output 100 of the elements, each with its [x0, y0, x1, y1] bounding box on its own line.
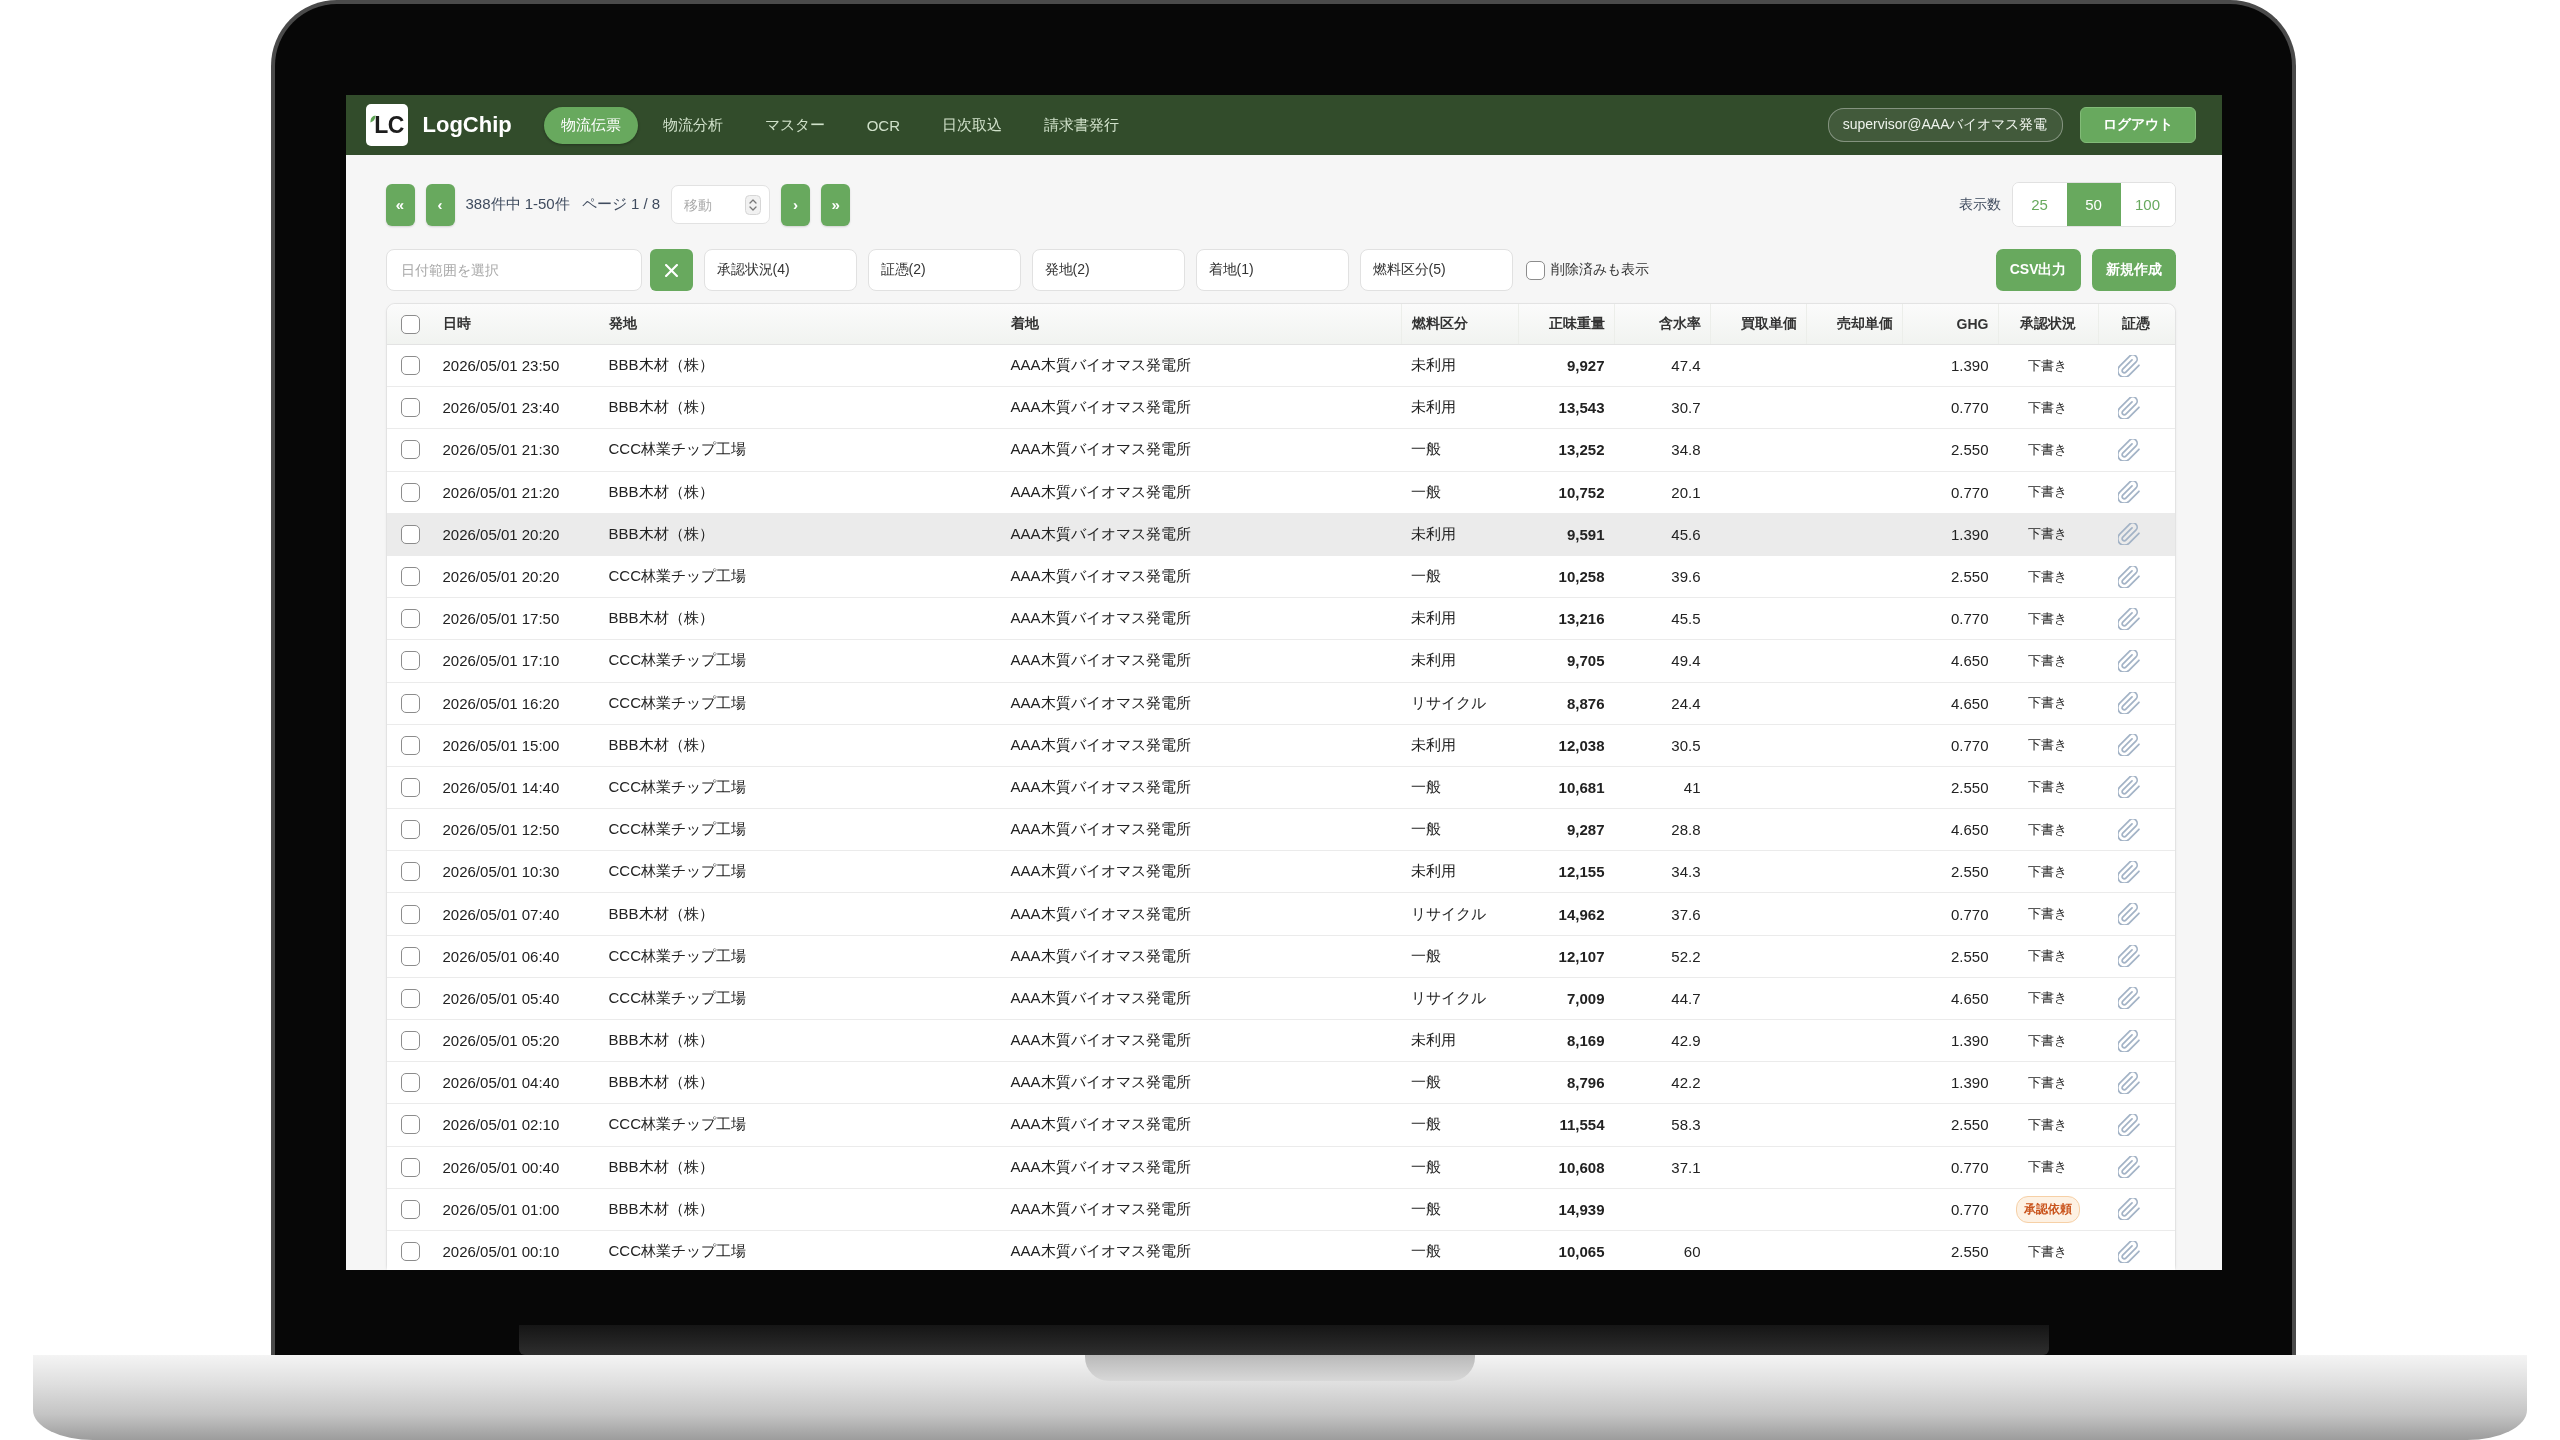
row-checkbox[interactable]: [400, 398, 420, 418]
nav-tab[interactable]: OCR: [849, 106, 918, 144]
table-row[interactable]: 2026/05/01 12:50 CCC林業チップ工場 AAA木質バイオマス発電所 一般 9,287 28.8 4.650 下書き: [386, 809, 2175, 852]
user-account-pill[interactable]: supervisor@AAAバイオマス発電: [1827, 108, 2063, 142]
table-cell-text: 2026/05/01 17:10: [441, 651, 561, 672]
spinner-icon[interactable]: [745, 195, 762, 215]
filter-dropdown[interactable]: 燃料区分(5): [1359, 249, 1513, 291]
row-checkbox[interactable]: [400, 440, 420, 460]
filter-dropdown[interactable]: 発地(2): [1031, 249, 1185, 291]
filter-dropdown[interactable]: 証憑(2): [867, 249, 1021, 291]
paperclip-icon[interactable]: [2117, 945, 2140, 968]
table-cell-text: CCC林業チップ工場: [607, 819, 747, 840]
paperclip-icon[interactable]: [2117, 607, 2140, 630]
paperclip-icon[interactable]: [2117, 396, 2140, 419]
table-row[interactable]: 2026/05/01 01:00 BBB木材（株） AAA木質バイオマス発電所 一般 14,939 0.770 承認依頼: [386, 1188, 2175, 1231]
table-cell-text: 0.770: [1949, 609, 1990, 630]
table-cell-text: BBB木材（株）: [607, 1156, 715, 1177]
table-row[interactable]: 2026/05/01 16:20 CCC林業チップ工場 AAA木質バイオマス発電所 リサイクル 8,876 24.4 4.650 下書き: [386, 682, 2175, 725]
nav-tab[interactable]: 日次取込: [925, 106, 1020, 144]
table-row[interactable]: 2026/05/01 10:30 CCC林業チップ工場 AAA木質バイオマス発電所 未利用 12,155 34.3 2.550 下書き: [386, 851, 2175, 894]
table-row[interactable]: 2026/05/01 07:40 BBB木材（株） AAA木質バイオマス発電所 リサイクル 14,962 37.6 0.770 下書き: [386, 893, 2175, 936]
row-checkbox[interactable]: [400, 862, 420, 882]
paperclip-icon[interactable]: [2117, 734, 2140, 757]
row-checkbox[interactable]: [400, 1199, 420, 1219]
row-checkbox[interactable]: [400, 651, 420, 671]
table-cell-text: 2026/05/01 12:50: [441, 820, 561, 841]
paperclip-icon[interactable]: [2117, 987, 2140, 1010]
table-row[interactable]: 2026/05/01 21:30 CCC林業チップ工場 AAA木質バイオマス発電所 一般 13,252 34.8 2.550 下書き: [386, 429, 2175, 472]
nav-tab[interactable]: 請求書発行: [1027, 106, 1137, 144]
nav-tab[interactable]: マスター: [747, 106, 842, 144]
table-cell-text: 4.650: [1949, 693, 1990, 714]
date-range-field[interactable]: 日付範囲を選択: [385, 249, 642, 291]
table-row[interactable]: 2026/05/01 21:20 BBB木材（株） AAA木質バイオマス発電所 一般 10,752 20.1 0.770 下書き: [386, 471, 2175, 514]
table-row[interactable]: 2026/05/01 14:40 CCC林業チップ工場 AAA木質バイオマス発電所 一般 10,681 41 2.550 下書き: [386, 766, 2175, 810]
paperclip-icon[interactable]: [2117, 818, 2140, 841]
paperclip-icon[interactable]: [2117, 1240, 2140, 1263]
table-row[interactable]: 2026/05/01 06:40 CCC林業チップ工場 AAA木質バイオマス発電所 一般 12,107 52.2 2.550 下書き: [386, 935, 2175, 978]
table-row[interactable]: 2026/05/01 20:20 BBB木材（株） AAA木質バイオマス発電所 未利用 9,591 45.6 1.390 下書き: [386, 513, 2175, 556]
paperclip-icon[interactable]: [2117, 565, 2140, 588]
row-checkbox[interactable]: [400, 609, 420, 629]
paperclip-icon[interactable]: [2117, 1198, 2140, 1221]
row-checkbox[interactable]: [400, 946, 420, 966]
paperclip-icon[interactable]: [2117, 776, 2140, 799]
table-cell-text: 0.770: [1949, 904, 1990, 925]
paperclip-icon[interactable]: [2117, 649, 2140, 672]
paperclip-icon[interactable]: [2117, 692, 2140, 715]
paperclip-icon[interactable]: [2117, 438, 2140, 461]
row-checkbox[interactable]: [400, 524, 420, 544]
filter-dropdown[interactable]: 着地(1): [1195, 249, 1349, 291]
table-cell-text: 34.8: [1670, 440, 1702, 461]
table-row[interactable]: 2026/05/01 17:50 BBB木材（株） AAA木質バイオマス発電所 未利用 13,216 45.5 0.770 下書き: [386, 598, 2175, 641]
table-cell-text: 9,591: [1565, 524, 1606, 545]
row-checkbox[interactable]: [400, 1031, 420, 1051]
table-cell-text: 未利用: [1409, 861, 1457, 882]
table-cell-text: BBB木材（株）: [607, 481, 715, 502]
paperclip-icon[interactable]: [2117, 354, 2140, 377]
row-checkbox[interactable]: [400, 820, 420, 840]
status-text: 下書き: [2028, 567, 2067, 586]
table-cell-text: 未利用: [1409, 355, 1457, 376]
paperclip-icon[interactable]: [2117, 1113, 2140, 1136]
row-checkbox[interactable]: [400, 356, 420, 376]
table-row[interactable]: 2026/05/01 20:20 CCC林業チップ工場 AAA木質バイオマス発電所 一般 10,258 39.6 2.550 下書き: [386, 555, 2175, 599]
page-jump-field[interactable]: 移動: [671, 185, 771, 224]
table-row[interactable]: 2026/05/01 15:00 BBB木材（株） AAA木質バイオマス発電所 未利用 12,038 30.5 0.770 下書き: [386, 724, 2175, 767]
row-checkbox[interactable]: [400, 1115, 420, 1135]
row-checkbox[interactable]: [400, 777, 420, 797]
clear-button[interactable]: [649, 249, 693, 291]
close-icon[interactable]: [664, 263, 678, 277]
table-row[interactable]: 2026/05/01 05:20 BBB木材（株） AAA木質バイオマス発電所 未利用 8,169 42.9 1.390 下書き: [386, 1020, 2175, 1063]
row-checkbox[interactable]: [400, 1242, 420, 1262]
table-row[interactable]: 2026/05/01 00:40 BBB木材（株） AAA木質バイオマス発電所 一般 10,608 37.1 0.770 下書き: [386, 1146, 2175, 1189]
table-row[interactable]: 2026/05/01 02:10 CCC林業チップ工場 AAA木質バイオマス発電所 一般 11,554 58.3 2.550 下書き: [386, 1104, 2175, 1147]
paperclip-icon[interactable]: [2117, 1071, 2140, 1094]
table-row[interactable]: 2026/05/01 17:10 CCC林業チップ工場 AAA木質バイオマス発電所 未利用 9,705 49.4 4.650 下書き: [386, 640, 2175, 683]
paperclip-icon[interactable]: [2117, 1156, 2140, 1179]
filter-dropdown[interactable]: 承認状況(4): [703, 249, 857, 291]
row-checkbox[interactable]: [400, 1157, 420, 1177]
row-checkbox[interactable]: [400, 482, 420, 502]
paperclip-icon[interactable]: [2117, 1029, 2140, 1052]
table-cell-text: 2026/05/01 10:30: [441, 862, 561, 883]
checkbox-label[interactable]: 削除済みも表示: [1550, 261, 1649, 279]
select-all-checkbox[interactable]: [400, 314, 420, 334]
paperclip-icon[interactable]: [2117, 523, 2140, 546]
table-row[interactable]: 2026/05/01 23:40 BBB木材（株） AAA木質バイオマス発電所 未利用 13,543 30.7 0.770 下書き: [386, 387, 2175, 430]
table-row[interactable]: 2026/05/01 23:50 BBB木材（株） AAA木質バイオマス発電所 未利用 9,927 47.4 1.390 下書き: [386, 345, 2175, 388]
table-row[interactable]: 2026/05/01 00:10 CCC林業チップ工場 AAA木質バイオマス発電所 一般 10,065 60 2.550 下書き: [386, 1230, 2175, 1270]
row-checkbox[interactable]: [400, 735, 420, 755]
row-checkbox[interactable]: [400, 904, 420, 924]
row-checkbox[interactable]: [400, 693, 420, 713]
column-header: 着地: [1009, 314, 1040, 333]
row-checkbox[interactable]: [400, 1073, 420, 1093]
show-deleted-checkbox[interactable]: [1525, 260, 1545, 280]
table-row[interactable]: 2026/05/01 04:40 BBB木材（株） AAA木質バイオマス発電所 一般 8,796 42.2 1.390 下書き: [386, 1062, 2175, 1105]
paperclip-icon[interactable]: [2117, 860, 2140, 883]
row-checkbox[interactable]: [400, 988, 420, 1008]
paperclip-icon[interactable]: [2117, 903, 2140, 926]
paperclip-icon[interactable]: [2117, 481, 2140, 504]
table-row[interactable]: 2026/05/01 05:40 CCC林業チップ工場 AAA木質バイオマス発電所 リサイクル 7,009 44.7 4.650 下書き: [386, 977, 2175, 1020]
nav-tab[interactable]: 物流分析: [645, 106, 740, 144]
row-checkbox[interactable]: [400, 567, 420, 587]
